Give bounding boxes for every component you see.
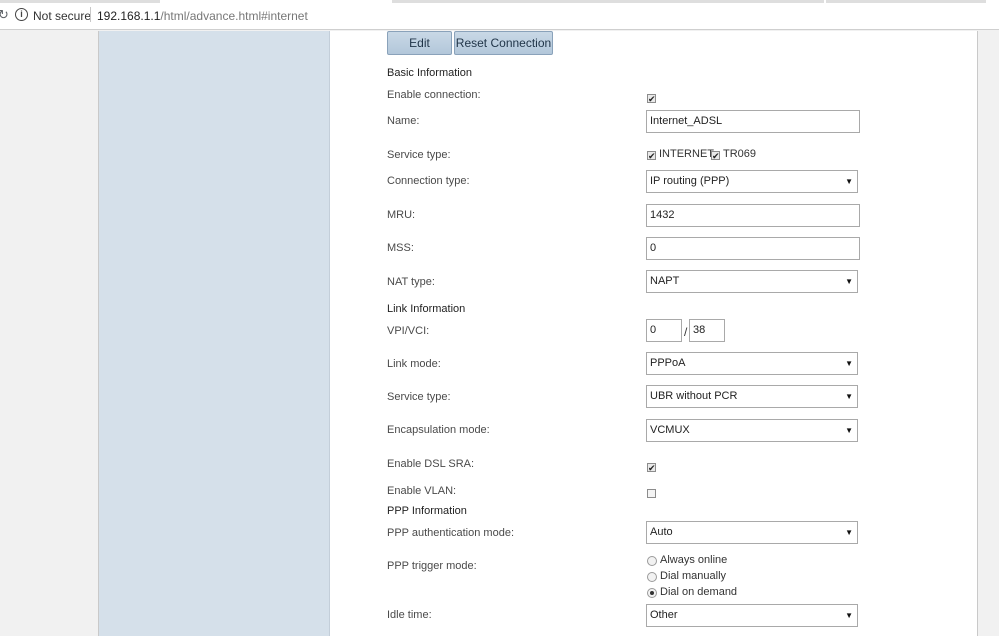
address-bar: ↻ i Not secure 192.168.1.1/html/advance.… [0,0,999,30]
vci-input[interactable]: 38 [689,319,725,342]
chevron-down-icon: ▼ [845,392,853,401]
url-path: /html/advance.html#internet [160,9,308,23]
mru-input[interactable]: 1432 [646,204,860,227]
link-service-type-select[interactable]: UBR without PCR ▼ [646,385,858,408]
encapsulation-mode-value: VCMUX [650,424,690,436]
enable-connection-checkbox[interactable]: ✔ [647,94,656,104]
sidebar [99,31,330,636]
page-margin-right [979,31,999,636]
tr069-checkbox[interactable]: ✔ [711,151,720,161]
chevron-down-icon: ▼ [845,426,853,435]
encapsulation-mode-select[interactable]: VCMUX ▼ [646,419,858,442]
dial-on-demand-label: Dial on demand [660,586,738,598]
name-label: Name: [387,115,420,127]
mru-label: MRU: [387,209,416,221]
connection-type-label: Connection type: [387,175,470,187]
chevron-down-icon: ▼ [845,277,853,286]
mss-input[interactable]: 0 [646,237,860,260]
tab-strip-edge [392,0,824,3]
encapsulation-mode-label: Encapsulation mode: [387,424,490,436]
reset-connection-button[interactable]: Reset Connection [454,31,553,55]
vpi-input[interactable]: 0 [646,319,682,342]
link-service-type-value: UBR without PCR [650,390,738,402]
internet-checkbox[interactable]: ✔ [647,151,656,161]
vlan-label: Enable VLAN: [387,485,457,497]
idle-time-value: Other [650,609,678,621]
link-info-heading: Link Information [387,303,466,315]
name-input[interactable]: Internet_ADSL [646,110,860,133]
radio-always-online[interactable] [647,556,657,566]
link-service-type-label: Service type: [387,391,451,403]
tr069-label: TR069 [723,148,757,160]
ppp-info-heading: PPP Information [387,505,467,517]
link-mode-value: PPPoA [650,357,686,369]
idle-time-label: Idle time: [387,609,432,621]
ppp-auth-mode-label: PPP authentication mode: [387,527,514,539]
info-icon[interactable]: i [15,8,28,21]
enable-connection-label: Enable connection: [387,89,481,101]
divider [90,7,91,22]
radio-dial-manually[interactable] [647,572,657,582]
page-margin-left [0,31,98,636]
always-online-label: Always online [660,554,728,566]
radio-dial-on-demand[interactable] [647,588,657,598]
chevron-down-icon: ▼ [845,528,853,537]
link-mode-label: Link mode: [387,358,441,370]
reload-icon[interactable]: ↻ [0,7,9,23]
dsl-sra-checkbox[interactable]: ✔ [647,463,656,473]
chevron-down-icon: ▼ [845,359,853,368]
mss-label: MSS: [387,242,414,254]
basic-info-heading: Basic Information [387,67,472,79]
edit-button[interactable]: Edit [387,31,452,55]
vpi-vci-separator: / [684,325,688,339]
link-mode-select[interactable]: PPPoA ▼ [646,352,858,375]
chevron-down-icon: ▼ [845,611,853,620]
security-label[interactable]: Not secure [33,9,91,23]
dsl-sra-label: Enable DSL SRA: [387,458,475,470]
internet-label: INTERNET [659,148,714,160]
ppp-auth-mode-value: Auto [650,526,673,538]
chevron-down-icon: ▼ [845,177,853,186]
url-host: 192.168.1.1 [97,9,161,23]
idle-time-select[interactable]: Other ▼ [646,604,858,627]
connection-type-select[interactable]: IP routing (PPP) ▼ [646,170,858,193]
nat-type-select[interactable]: NAPT ▼ [646,270,858,293]
ppp-trigger-mode-label: PPP trigger mode: [387,560,477,572]
dial-manually-label: Dial manually [660,570,727,582]
tab-strip-edge [826,0,986,3]
connection-type-value: IP routing (PPP) [650,175,730,187]
service-type-label: Service type: [387,149,451,161]
vpi-vci-label: VPI/VCI: [387,325,430,337]
nat-type-value: NAPT [650,275,680,287]
nat-type-label: NAT type: [387,276,435,288]
ppp-auth-mode-select[interactable]: Auto ▼ [646,521,858,544]
url-field[interactable]: 192.168.1.1/html/advance.html#internet [97,9,308,23]
tab-strip-edge [0,0,160,3]
vlan-checkbox[interactable] [647,489,656,498]
